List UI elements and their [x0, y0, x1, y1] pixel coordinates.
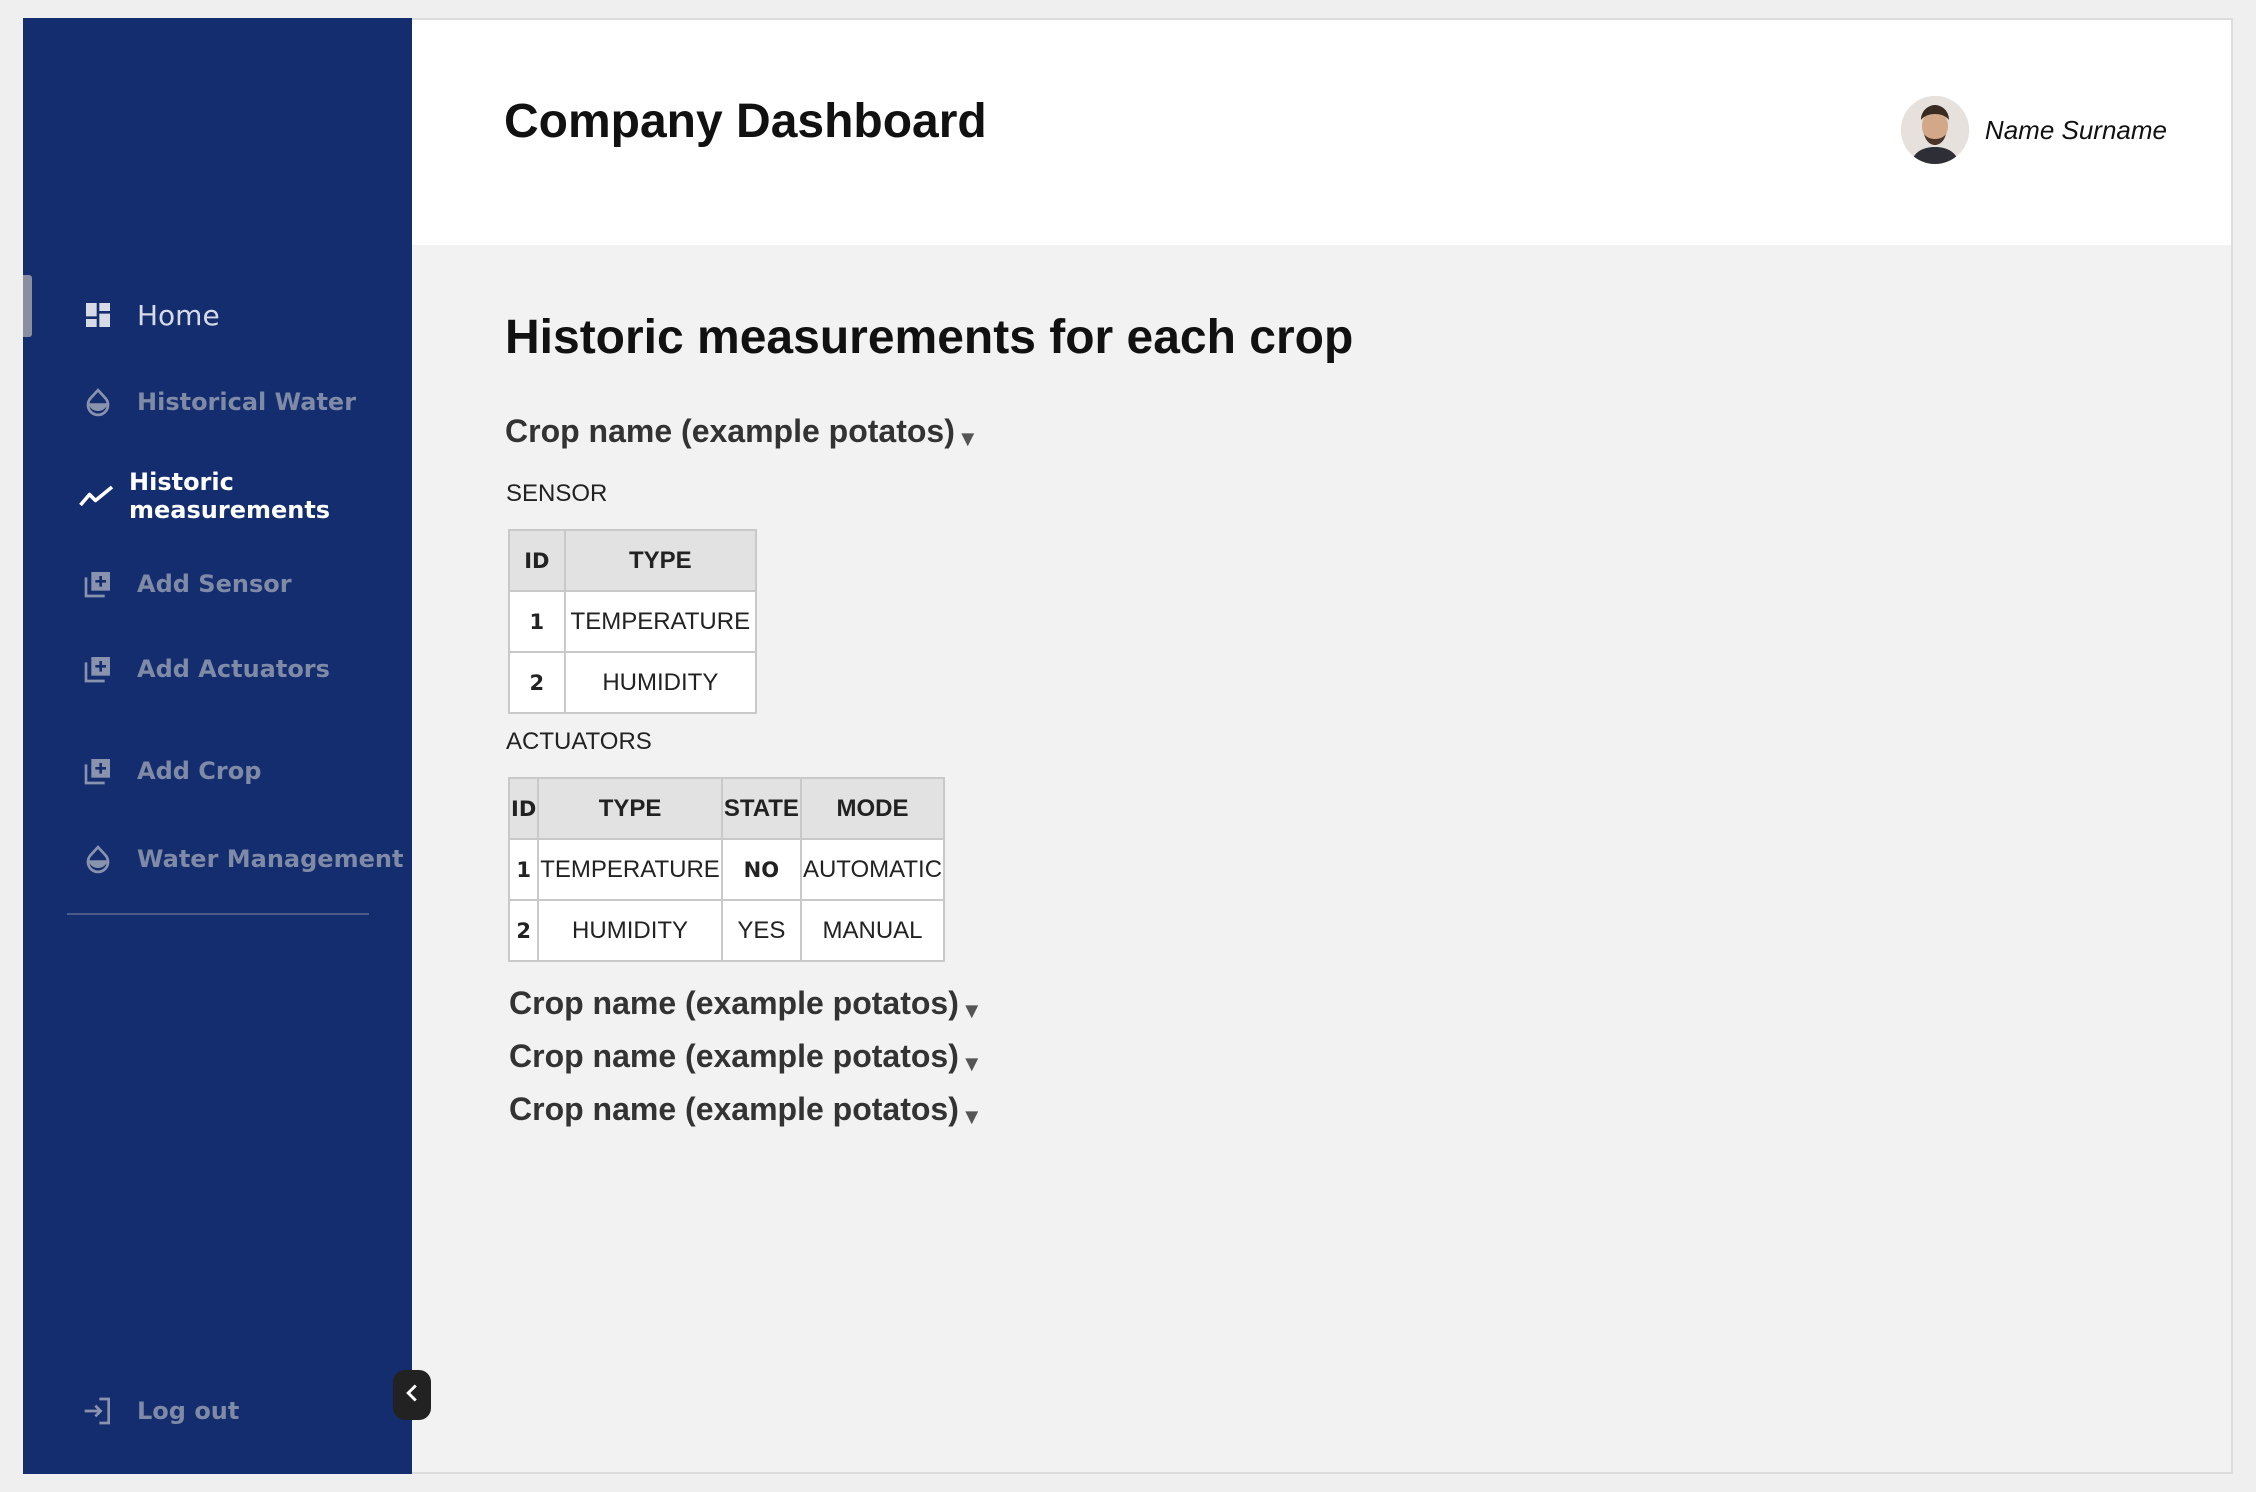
column-header-id: ID [507, 777, 540, 840]
user-menu[interactable]: Name Surname [1900, 96, 2167, 164]
actuators-label: ACTUATORS [506, 728, 652, 755]
cell-mode: MANUAL [799, 899, 946, 962]
table-row: 2 HUMIDITY YES MANUAL [507, 899, 946, 962]
sidebar-item-label: Historic measurements [129, 468, 331, 524]
caret-down-icon: ▼ [960, 998, 983, 1023]
caret-down-icon: ▼ [960, 1051, 983, 1076]
sidebar-item-label: Home [137, 298, 220, 332]
crop-name: Crop name (example potatos) [509, 985, 959, 1021]
sidebar-divider [67, 913, 369, 915]
sidebar-item-add-actuators[interactable]: Add Actuators [79, 644, 330, 694]
cell-type: HUMIDITY [563, 651, 758, 714]
sidebar-collapse-button[interactable] [393, 1370, 431, 1420]
sidebar-item-label: Add Crop [137, 757, 262, 785]
sidebar: Home Historical Water Historic measureme… [23, 18, 412, 1474]
sensor-table: ID TYPE 1 TEMPERATURE 2 HUMIDITY [508, 529, 758, 714]
sidebar-item-label: Water Management [137, 845, 404, 873]
sensor-label: SENSOR [506, 480, 608, 507]
crop-accordion-toggle[interactable]: Crop name (example potatos)▼ [509, 1091, 983, 1130]
cell-type: TEMPERATURE [537, 838, 723, 901]
table-row: 1 TEMPERATURE [508, 590, 758, 653]
section-title: Historic measurements for each crop [505, 311, 1354, 364]
sidebar-item-home[interactable]: Home [79, 290, 220, 340]
add-box-icon [79, 752, 117, 790]
table-header-row: ID TYPE [508, 529, 758, 592]
crop-accordion-toggle[interactable]: Crop name (example potatos)▼ [505, 413, 979, 452]
chevron-left-icon [404, 1383, 420, 1408]
crop-name: Crop name (example potatos) [509, 1038, 959, 1074]
cell-id: 1 [507, 838, 540, 901]
active-indicator [23, 275, 32, 337]
cell-id: 2 [508, 651, 566, 714]
table-header-row: ID TYPE STATE MODE [507, 777, 946, 840]
caret-down-icon: ▼ [960, 1104, 983, 1129]
avatar [1900, 96, 1969, 164]
column-header-id: ID [508, 529, 566, 592]
cell-id: 2 [507, 899, 540, 962]
logout-button[interactable]: Log out [79, 1386, 239, 1436]
sidebar-item-historic-measurements[interactable]: Historic measurements [79, 468, 412, 524]
table-row: 1 TEMPERATURE NO AUTOMATIC [507, 838, 946, 901]
trend-line-icon [79, 477, 115, 515]
add-box-icon [79, 565, 117, 603]
column-header-mode: MODE [799, 777, 946, 840]
water-drop-icon [79, 840, 117, 878]
cell-state: YES [720, 899, 802, 962]
dashboard-icon [79, 296, 117, 334]
sidebar-item-add-sensor[interactable]: Add Sensor [79, 559, 292, 609]
sidebar-item-historical-water[interactable]: Historical Water [79, 377, 356, 427]
column-header-state: STATE [720, 777, 802, 840]
cell-state: NO [720, 838, 802, 901]
cell-mode: AUTOMATIC [799, 838, 946, 901]
column-header-type: TYPE [537, 777, 723, 840]
logout-icon [79, 1392, 117, 1430]
logout-label: Log out [137, 1397, 240, 1425]
column-header-type: TYPE [563, 529, 758, 592]
caret-down-icon: ▼ [956, 426, 979, 451]
top-header: Company Dashboard Name Surname [412, 20, 2231, 245]
sidebar-item-add-crop[interactable]: Add Crop [79, 746, 261, 796]
sidebar-item-label: Add Sensor [137, 570, 292, 598]
user-name: Name Surname [1984, 114, 2167, 145]
crop-accordion-toggle[interactable]: Crop name (example potatos)▼ [509, 1038, 983, 1077]
page-title: Company Dashboard [504, 95, 987, 148]
crop-accordion-toggle[interactable]: Crop name (example potatos)▼ [509, 985, 983, 1024]
sidebar-item-water-management[interactable]: Water Management [79, 834, 403, 884]
table-row: 2 HUMIDITY [508, 651, 758, 714]
cell-type: TEMPERATURE [563, 590, 758, 653]
actuators-table: ID TYPE STATE MODE 1 TEMPERATURE NO AUTO… [507, 777, 946, 962]
sidebar-item-label: Historical Water [137, 388, 357, 416]
water-drop-icon [79, 383, 117, 421]
cell-id: 1 [508, 590, 566, 653]
sidebar-item-label: Add Actuators [137, 655, 330, 683]
add-box-icon [79, 650, 117, 688]
cell-type: HUMIDITY [537, 899, 723, 962]
crop-name: Crop name (example potatos) [505, 413, 955, 449]
crop-name: Crop name (example potatos) [509, 1091, 959, 1127]
